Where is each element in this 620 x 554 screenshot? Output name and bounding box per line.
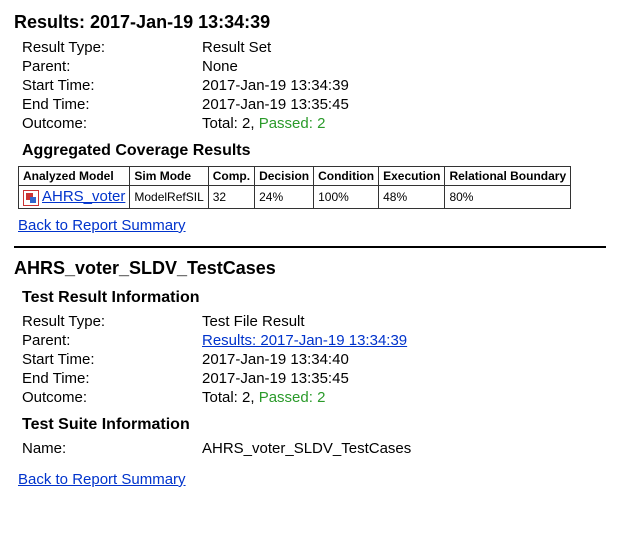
tc-result-type-value: Test File Result	[202, 313, 606, 330]
testcases-meta: Result Type: Test File Result Parent: Re…	[22, 313, 606, 406]
cell-condition: 100%	[314, 186, 379, 209]
tc-end-time-label: End Time:	[22, 370, 202, 387]
end-time-value: 2017-Jan-19 13:35:45	[202, 96, 606, 113]
divider	[14, 246, 606, 248]
start-time-value: 2017-Jan-19 13:34:39	[202, 77, 606, 94]
test-suite-info-heading: Test Suite Information	[22, 416, 606, 434]
tc-parent-label: Parent:	[22, 332, 202, 349]
cell-execution: 48%	[379, 186, 445, 209]
results-title: Results: 2017-Jan-19 13:34:39	[14, 12, 606, 33]
tc-outcome-passed: Passed: 2	[259, 389, 326, 406]
col-relational: Relational Boundary	[445, 167, 571, 186]
test-result-info-heading: Test Result Information	[22, 289, 606, 307]
col-condition: Condition	[314, 167, 379, 186]
tc-start-time-label: Start Time:	[22, 351, 202, 368]
coverage-table: Analyzed Model Sim Mode Comp. Decision C…	[18, 166, 571, 209]
cell-comp: 32	[208, 186, 254, 209]
table-header-row: Analyzed Model Sim Mode Comp. Decision C…	[19, 167, 571, 186]
parent-value: None	[202, 58, 606, 75]
col-execution: Execution	[379, 167, 445, 186]
model-icon	[23, 190, 39, 206]
cell-relational: 80%	[445, 186, 571, 209]
parent-label: Parent:	[22, 58, 202, 75]
tc-end-time-value: 2017-Jan-19 13:35:45	[202, 370, 606, 387]
cell-model: AHRS_voter	[19, 186, 130, 209]
cell-sim: ModelRefSIL	[130, 186, 208, 209]
tc-result-type-label: Result Type:	[22, 313, 202, 330]
outcome-total: Total: 2,	[202, 115, 259, 132]
model-link[interactable]: AHRS_voter	[42, 188, 125, 205]
col-decision: Decision	[255, 167, 314, 186]
result-type-label: Result Type:	[22, 39, 202, 56]
col-comp: Comp.	[208, 167, 254, 186]
outcome-passed: Passed: 2	[259, 115, 326, 132]
table-row: AHRS_voter ModelRefSIL 32 24% 100% 48% 8…	[19, 186, 571, 209]
outcome-label: Outcome:	[22, 115, 202, 132]
cell-decision: 24%	[255, 186, 314, 209]
suite-name-value: AHRS_voter_SLDV_TestCases	[202, 440, 606, 457]
tc-outcome-value: Total: 2, Passed: 2	[202, 389, 606, 406]
end-time-label: End Time:	[22, 96, 202, 113]
coverage-heading: Aggregated Coverage Results	[22, 142, 606, 160]
suite-name-label: Name:	[22, 440, 202, 457]
tc-outcome-label: Outcome:	[22, 389, 202, 406]
outcome-value: Total: 2, Passed: 2	[202, 115, 606, 132]
tc-start-time-value: 2017-Jan-19 13:34:40	[202, 351, 606, 368]
col-sim: Sim Mode	[130, 167, 208, 186]
suite-meta: Name: AHRS_voter_SLDV_TestCases	[22, 440, 606, 457]
col-model: Analyzed Model	[19, 167, 130, 186]
tc-parent-link[interactable]: Results: 2017-Jan-19 13:34:39	[202, 332, 407, 349]
back-to-summary-link[interactable]: Back to Report Summary	[18, 217, 186, 234]
result-type-value: Result Set	[202, 39, 606, 56]
tc-outcome-total: Total: 2,	[202, 389, 259, 406]
testcases-title: AHRS_voter_SLDV_TestCases	[14, 258, 606, 279]
back-to-summary-link-2[interactable]: Back to Report Summary	[18, 471, 186, 488]
start-time-label: Start Time:	[22, 77, 202, 94]
results-meta: Result Type: Result Set Parent: None Sta…	[22, 39, 606, 132]
